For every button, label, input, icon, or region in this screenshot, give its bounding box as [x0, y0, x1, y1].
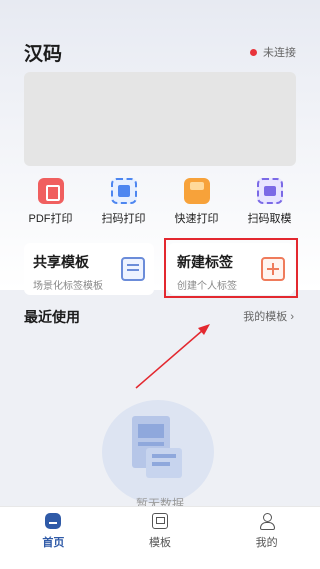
banner[interactable] — [24, 72, 296, 166]
profile-icon — [259, 513, 275, 530]
connection-status[interactable]: 未连接 — [250, 44, 296, 60]
template-icon — [151, 513, 168, 529]
share-template-card[interactable]: 共享模板 场景化标签模板 — [24, 243, 154, 295]
chevron-right-icon: › — [290, 311, 294, 323]
tab-home-label: 首页 — [42, 537, 65, 549]
my-templates-label: 我的模板 — [243, 311, 288, 323]
quick-actions: PDF打印 扫码打印 快速打印 扫码取模 — [14, 178, 306, 226]
scan-template-icon — [256, 178, 283, 204]
tab-profile-label: 我的 — [255, 537, 278, 549]
quick-print-button[interactable]: 快速打印 — [160, 178, 233, 226]
tab-home[interactable]: 首页 — [13, 513, 93, 569]
home-icon — [45, 513, 62, 529]
pdf-icon — [37, 178, 64, 204]
scan-print-label: 扫码打印 — [101, 213, 146, 225]
highlight-box — [164, 238, 298, 298]
status-dot-icon — [250, 48, 257, 56]
scan-print-icon — [110, 178, 137, 204]
empty-illustration — [102, 400, 214, 502]
recent-title: 最近使用 — [24, 309, 80, 325]
quick-print-label: 快速打印 — [174, 213, 219, 225]
tab-templates-label: 模板 — [148, 537, 171, 549]
connection-status-label: 未连接 — [263, 47, 296, 59]
header: 汉码 未连接 — [24, 40, 296, 65]
tab-bar: 首页 模板 我的 — [0, 506, 320, 569]
tab-templates[interactable]: 模板 — [120, 513, 200, 569]
app-title: 汉码 — [24, 43, 63, 65]
scan-template-button[interactable]: 扫码取模 — [233, 178, 306, 226]
printer-icon — [183, 178, 210, 204]
pdf-print-button[interactable]: PDF打印 — [14, 178, 87, 226]
scan-template-label: 扫码取模 — [247, 213, 292, 225]
tab-profile[interactable]: 我的 — [227, 513, 307, 569]
my-templates-link[interactable]: 我的模板 › — [243, 308, 294, 324]
pdf-print-label: PDF打印 — [28, 213, 73, 225]
template-share-icon — [121, 257, 145, 281]
scan-print-button[interactable]: 扫码打印 — [87, 178, 160, 226]
